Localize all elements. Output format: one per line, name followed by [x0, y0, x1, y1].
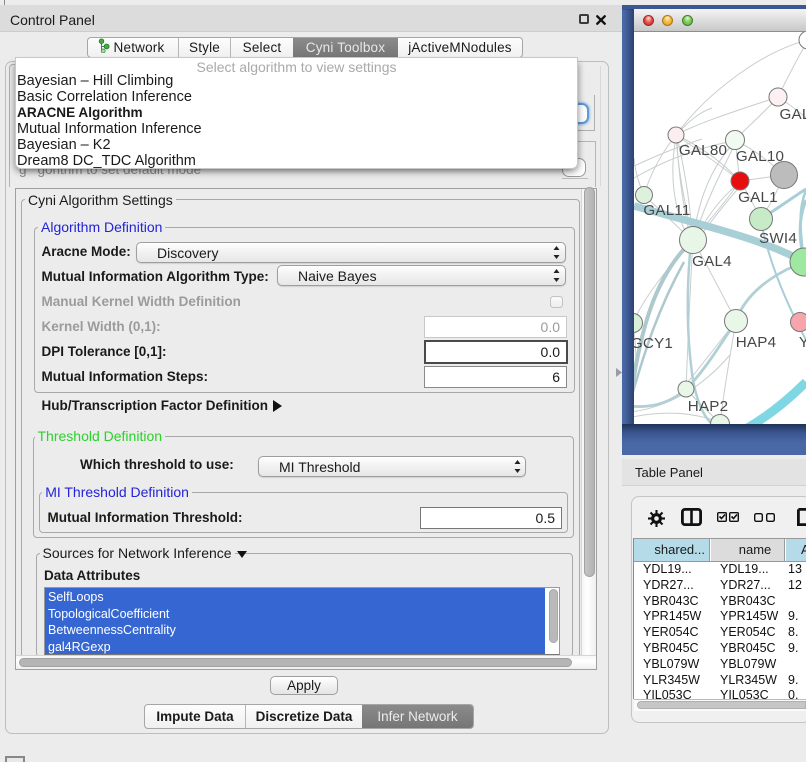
- svg-text:GAL10: GAL10: [736, 148, 784, 165]
- svg-text:GAL1: GAL1: [738, 189, 778, 206]
- svg-text:HAP4: HAP4: [736, 334, 776, 351]
- svg-text:Y: Y: [799, 334, 806, 351]
- svg-text:SWI4: SWI4: [759, 230, 797, 247]
- svg-text:GAL: GAL: [780, 106, 806, 123]
- svg-text:GAL80: GAL80: [679, 142, 727, 159]
- svg-text:GAL11: GAL11: [643, 202, 690, 219]
- svg-text:GCY1: GCY1: [634, 335, 673, 352]
- svg-text:HAP2: HAP2: [688, 398, 728, 415]
- svg-text:GAL4: GAL4: [692, 253, 732, 270]
